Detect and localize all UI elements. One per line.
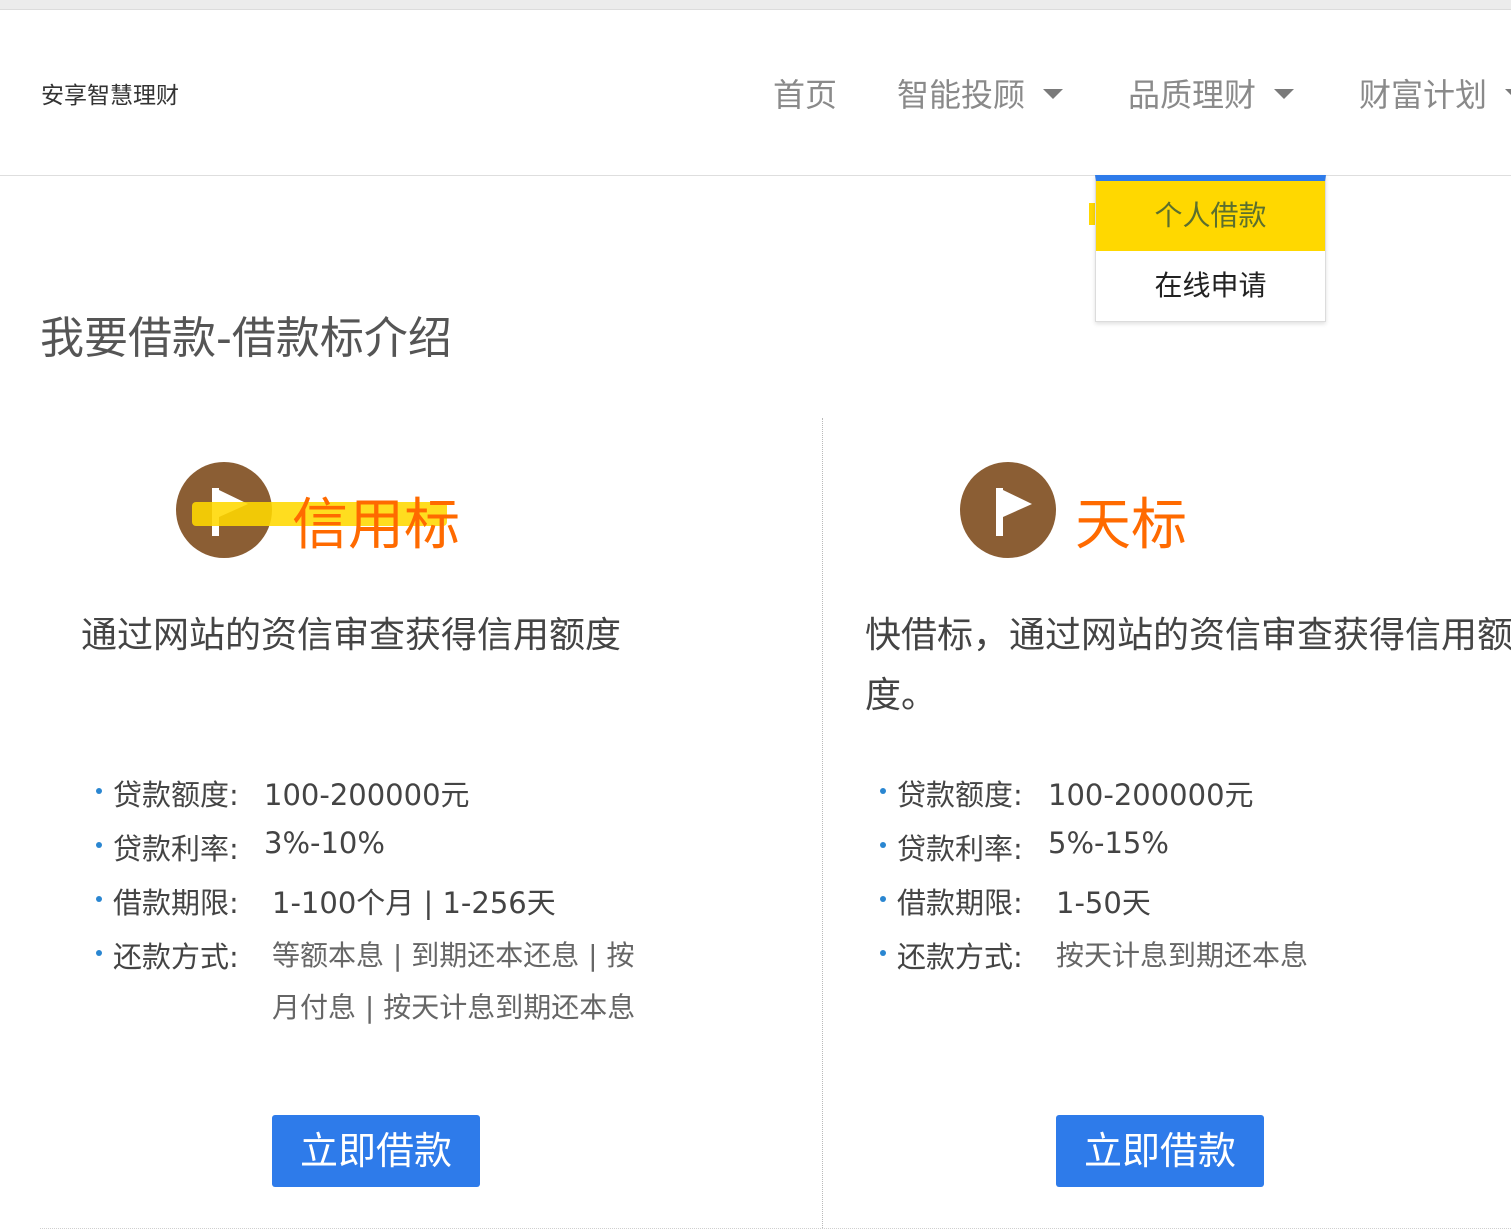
bullet-icon [880,950,886,956]
card-title-daily: 天标 [1075,493,1187,558]
spec-label: 贷款额度: [113,778,239,812]
borrow-now-button[interactable]: 立即借款 [1056,1115,1264,1187]
spec-label: 借款期限: [113,886,239,920]
spec-label: 还款方式: [113,940,239,974]
spec-value: 100-200000元 [1048,778,1254,812]
bullet-icon [96,788,102,794]
bullet-icon [880,842,886,848]
column-divider [822,418,823,1228]
spec-label: 贷款利率: [897,832,1023,866]
site-header: 安享智慧理财 首页 智能投顾 品质理财 财富计划 [0,10,1511,176]
spec-value: 1-50天 [1056,886,1151,920]
bullet-icon [96,842,102,848]
spec-label: 贷款额度: [897,778,1023,812]
nav-item-smart-advisor[interactable]: 智能投顾 [897,70,1064,116]
card-description: 快借标，通过网站的资信审查获得信用额 [865,615,1511,656]
bullet-icon [880,896,886,902]
bullet-icon [96,896,102,902]
caret-down-icon [1043,89,1064,99]
site-logo[interactable]: 安享智慧理财 [41,76,179,110]
caret-down-icon [1505,89,1511,99]
caret-down-icon [1274,89,1295,99]
flag-icon [960,462,1056,558]
bottom-divider [40,1228,1511,1229]
spec-value: 月付息 | 按天计息到期还本息 [272,991,636,1024]
bullet-icon [880,788,886,794]
nav-item-wealth-plan[interactable]: 财富计划 [1359,70,1511,116]
nav-item-quality-finance[interactable]: 品质理财 [1128,70,1295,116]
card-title-credit: 信用标 [292,493,460,558]
bullet-icon [96,950,102,956]
card-description: 度。 [865,675,938,716]
nav-item-label: 智能投顾 [897,76,1026,114]
dropdown-item-online-apply[interactable]: 在线申请 [1096,251,1325,321]
page-title: 我要借款-借款标介绍 [40,313,452,364]
borrow-now-button[interactable]: 立即借款 [272,1115,480,1187]
spec-label: 还款方式: [897,940,1023,974]
spec-value: 等额本息 | 到期还本还息 | 按 [272,939,635,972]
nav-item-label: 首页 [773,76,838,114]
card-description: 通过网站的资信审查获得信用额度 [81,615,622,656]
browser-top-strip [0,0,1511,10]
dropdown-item-personal-loan[interactable]: 个人借款 [1096,181,1325,251]
spec-value: 1-100个月 | 1-256天 [272,886,556,920]
spec-label: 借款期限: [897,886,1023,920]
spec-value: 100-200000元 [264,778,470,812]
nav-item-label: 财富计划 [1359,76,1488,114]
spec-label: 贷款利率: [113,832,239,866]
nav-item-home[interactable]: 首页 [773,70,837,116]
spec-value: 3%-10% [264,826,385,860]
nav-dropdown-menu: 个人借款 在线申请 [1095,175,1326,322]
spec-value: 5%-15% [1048,826,1169,860]
spec-value: 按天计息到期还本息 [1056,939,1309,972]
nav-item-label: 品质理财 [1128,76,1257,114]
